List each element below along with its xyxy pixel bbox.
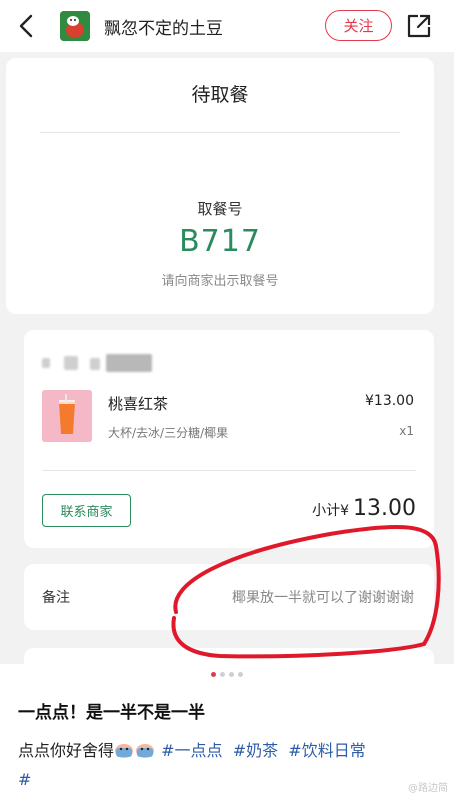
crying-emoji-icon (136, 744, 155, 758)
top-bar: 飘忽不定的土豆 关注 (0, 0, 454, 52)
post-title: 一点点！是一半不是一半 (18, 703, 205, 723)
subtotal-value: 13.00 (353, 496, 416, 521)
product-price: ¥13.00 (365, 393, 414, 409)
subtotal-label: 小计¥ (312, 503, 350, 519)
product-name: 桃喜红茶 (108, 395, 169, 413)
pager-dot-active[interactable] (211, 672, 216, 677)
pickup-number-label: 取餐号 (197, 200, 243, 218)
crying-emoji-icon (115, 744, 134, 758)
hashtag[interactable]: #奶茶 (233, 741, 278, 760)
product-quantity: x1 (399, 424, 414, 438)
product-specs: 大杯/去冰/三分糖/椰果 (108, 426, 229, 440)
follow-button[interactable]: 关注 (325, 10, 392, 41)
next-card-partial (24, 648, 434, 664)
pager-dot[interactable] (220, 672, 225, 677)
order-status: 待取餐 (191, 84, 249, 106)
post-text: 点点你好舍得 (18, 741, 115, 760)
watermark: @路边简 (408, 783, 448, 794)
remark-card: 备注 椰果放一半就可以了谢谢谢谢 (24, 564, 434, 630)
subtotal: 小计¥ 13.00 (312, 496, 416, 521)
hashtag[interactable]: #饮料日常 (288, 741, 365, 760)
remark-text: 椰果放一半就可以了谢谢谢谢 (232, 590, 414, 606)
product-image (42, 390, 92, 442)
pickup-card: 待取餐 取餐号 B717 请向商家出示取餐号 (6, 58, 434, 314)
share-icon[interactable] (406, 13, 432, 39)
divider (40, 132, 400, 133)
pager-dot[interactable] (238, 672, 243, 677)
post-body: 点点你好舍得 #一点点 #奶茶 #饮料日常 # (18, 736, 438, 794)
order-detail-card: 桃喜红茶 ¥13.00 大杯/去冰/三分糖/椰果 x1 联系商家 小计¥ 13.… (24, 330, 434, 548)
hashtag[interactable]: # (18, 770, 31, 789)
hashtag[interactable]: #一点点 (161, 741, 222, 760)
remark-label: 备注 (42, 590, 70, 606)
store-name-redacted (42, 352, 182, 374)
avatar[interactable] (60, 11, 90, 41)
divider (42, 470, 416, 471)
username[interactable]: 飘忽不定的土豆 (104, 14, 223, 39)
pickup-number: B717 (179, 224, 261, 259)
order-screenshot[interactable]: 待取餐 取餐号 B717 请向商家出示取餐号 桃喜红茶 ¥13.00 大杯/去冰… (0, 52, 454, 664)
image-pager[interactable] (0, 672, 454, 682)
pickup-hint: 请向商家出示取餐号 (161, 274, 279, 289)
back-arrow-icon[interactable] (14, 13, 40, 39)
pager-dot[interactable] (229, 672, 234, 677)
contact-merchant-button[interactable]: 联系商家 (42, 494, 131, 527)
